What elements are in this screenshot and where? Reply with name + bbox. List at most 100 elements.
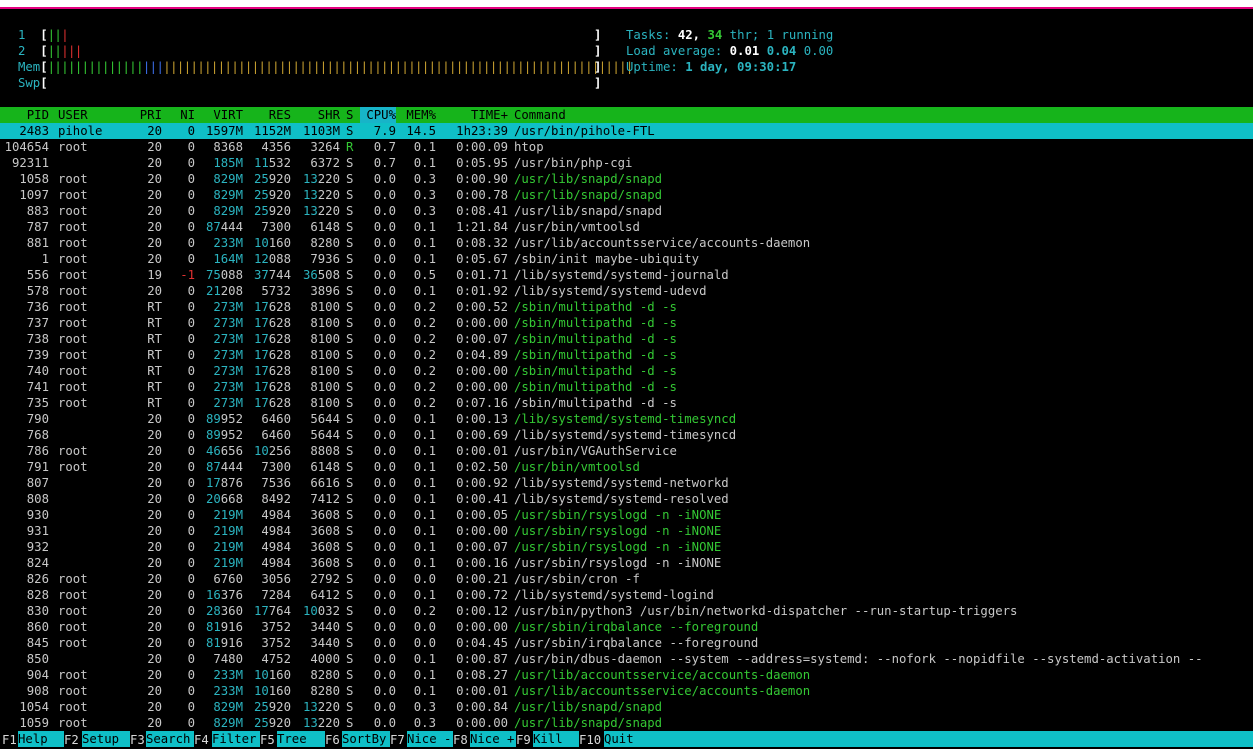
process-row[interactable]: 790 20 0 89952 6460 5644 S 0.0 0.1 0:00.13/lib/sy…: [0, 411, 1253, 427]
mem-cell: 0.3: [413, 188, 436, 202]
process-row[interactable]: 768 20 0 89952 6460 5644 S 0.0 0.1 0:00.69/lib/sy…: [0, 427, 1253, 443]
process-row[interactable]: 1097 root 20 0 829M 25920 13220 S 0.0 0.3 0:00.78 /…: [0, 187, 1253, 203]
process-row[interactable]: 556 root 19 -1 75088 37744 36508 S 0.0 0.5 0:01.71…: [0, 267, 1253, 283]
fkey-f4-label[interactable]: Filter: [212, 731, 260, 747]
process-row[interactable]: 92311 20 0 185M 11532 6372 S 0.7 0.1 0:05.95/usr/…: [0, 155, 1253, 171]
tasks-count: 42,: [677, 28, 701, 42]
fkey-f3[interactable]: F3: [130, 732, 145, 748]
fkey-f7[interactable]: F7: [390, 732, 405, 748]
process-row[interactable]: 1054 root 20 0 829M 25920 13220 S 0.0 0.3 0:00.84 /…: [0, 699, 1253, 715]
shr-cell: 7412: [310, 492, 340, 506]
pid-cell: 828: [26, 588, 49, 602]
time-cell: 0:04.89: [456, 348, 508, 362]
process-row[interactable]: 908 root 20 0 233M 10160 8280 S 0.0 0.1 0:00.01/us…: [0, 683, 1253, 699]
process-row[interactable]: 740 root RT 0 273M 17628 8100 S 0.0 0.2 0:00.00/sb…: [0, 363, 1253, 379]
pid-cell: 824: [26, 556, 49, 570]
virt-cell: 273M: [213, 300, 243, 314]
col-pri[interactable]: PRI: [128, 107, 162, 123]
time-cell: 0:05.95: [456, 156, 508, 170]
shr-cell: 8100: [310, 332, 340, 346]
fkey-f2-label[interactable]: Setup: [82, 731, 130, 747]
fkey-f5[interactable]: F5: [260, 732, 275, 748]
process-row[interactable]: 786 root 20 0 46656 10256 8808 S 0.0 0.1 0:00.01/u…: [0, 443, 1253, 459]
fkey-f4[interactable]: F4: [194, 732, 209, 748]
fkey-f1[interactable]: F1: [2, 732, 17, 748]
cpu-cell: 0.0: [373, 396, 396, 410]
process-row[interactable]: 739 root RT 0 273M 17628 8100 S 0.0 0.2 0:04.89/sb…: [0, 347, 1253, 363]
process-list[interactable]: 2483 pihole 20 0 1597M 1152M 1103M S 7.9 14.5 1h23…: [0, 123, 1253, 731]
state-cell: S: [346, 716, 354, 730]
col-time[interactable]: TIME+: [438, 107, 508, 123]
res-cell: 10160: [253, 236, 291, 250]
priority-cell: 20: [147, 636, 162, 650]
process-row-selected[interactable]: 2483 pihole 20 0 1597M 1152M 1103M S 7.9 14.5 1h23…: [0, 123, 1253, 139]
process-row[interactable]: 104654 root 20 0 8368 4356 3264 R 0.7 0.1 0:00.09 h…: [0, 139, 1253, 155]
fkey-f7-label[interactable]: Nice -: [407, 731, 453, 747]
col-command[interactable]: Command: [514, 107, 1253, 123]
process-row[interactable]: 932 20 0 219M 4984 3608 S 0.0 0.1 0:00.07/usr/sbi…: [0, 539, 1253, 555]
process-row[interactable]: 826 root 20 0 6760 3056 2792 S 0.0 0.0 0:00.21/usr…: [0, 571, 1253, 587]
pid-cell: 860: [26, 620, 49, 634]
process-row[interactable]: 824 20 0 219M 4984 3608 S 0.0 0.1 0:00.16/usr/sbi…: [0, 555, 1253, 571]
nice-cell: 0: [187, 476, 195, 490]
fkey-f5-label[interactable]: Tree: [277, 731, 325, 747]
process-row[interactable]: 791 root 20 0 87444 7300 6148 S 0.0 0.1 0:02.50/us…: [0, 459, 1253, 475]
fkey-f9-label[interactable]: Kill: [533, 731, 579, 747]
mem-cell: 0.1: [413, 412, 436, 426]
process-row[interactable]: 787 root 20 0 87444 7300 6148 S 0.0 0.1 1:21.84/us…: [0, 219, 1253, 235]
mem-label: Mem: [18, 60, 41, 74]
process-row[interactable]: 1058 root 20 0 829M 25920 13220 S 0.0 0.3 0:00.90 /…: [0, 171, 1253, 187]
user-cell: root: [58, 284, 88, 298]
process-row[interactable]: 850 20 0 7480 4752 4000 S 0.0 0.1 0:00.87/usr/bin…: [0, 651, 1253, 667]
process-row[interactable]: 845 root 20 0 81916 3752 3440 S 0.0 0.0 0:04.45/us…: [0, 635, 1253, 651]
col-mem[interactable]: MEM%: [398, 107, 436, 123]
pid-cell: 736: [26, 300, 49, 314]
process-row[interactable]: 578 root 20 0 21208 5732 3896 S 0.0 0.1 0:01.92/li…: [0, 283, 1253, 299]
virt-cell: 7480: [213, 652, 243, 666]
time-cell: 0:05.67: [456, 252, 508, 266]
process-row[interactable]: 828 root 20 0 16376 7284 6412 S 0.0 0.1 0:00.72/li…: [0, 587, 1253, 603]
process-row[interactable]: 737 root RT 0 273M 17628 8100 S 0.0 0.2 0:00.00/sb…: [0, 315, 1253, 331]
process-row[interactable]: 904 root 20 0 233M 10160 8280 S 0.0 0.1 0:08.27/us…: [0, 667, 1253, 683]
time-cell: 1h23:39: [456, 124, 508, 138]
process-row[interactable]: 883 root 20 0 829M 25920 13220 S 0.0 0.3 0:08.41/u…: [0, 203, 1253, 219]
time-cell: 0:00.00: [456, 524, 508, 538]
col-virt[interactable]: VIRT: [198, 107, 243, 123]
time-cell: 0:00.07: [456, 332, 508, 346]
fkey-f10-label[interactable]: Quit: [604, 731, 660, 747]
col-state[interactable]: S: [346, 107, 356, 123]
fkey-f3-label[interactable]: Search: [146, 731, 194, 747]
process-row[interactable]: 930 20 0 219M 4984 3608 S 0.0 0.1 0:00.05/usr/sbi…: [0, 507, 1253, 523]
time-cell: 0:00.92: [456, 476, 508, 490]
fkey-f6-label[interactable]: SortBy: [342, 731, 390, 747]
process-row[interactable]: 738 root RT 0 273M 17628 8100 S 0.0 0.2 0:00.07/sb…: [0, 331, 1253, 347]
col-user[interactable]: USER: [58, 107, 128, 123]
process-row[interactable]: 741 root RT 0 273M 17628 8100 S 0.0 0.2 0:00.00/sb…: [0, 379, 1253, 395]
fkey-f9[interactable]: F9: [516, 732, 531, 748]
process-row[interactable]: 735 root RT 0 273M 17628 8100 S 0.0 0.2 0:07.16/sb…: [0, 395, 1253, 411]
col-shr[interactable]: SHR: [294, 107, 340, 123]
process-row[interactable]: 736 root RT 0 273M 17628 8100 S 0.0 0.2 0:00.52/sb…: [0, 299, 1253, 315]
col-res[interactable]: RES: [244, 107, 291, 123]
fkey-f8[interactable]: F8: [453, 732, 468, 748]
process-row[interactable]: 860 root 20 0 81916 3752 3440 S 0.0 0.0 0:00.00/us…: [0, 619, 1253, 635]
process-row[interactable]: 808 20 0 20668 8492 7412 S 0.0 0.1 0:00.41/lib/sy…: [0, 491, 1253, 507]
process-row[interactable]: 830 root 20 0 28360 17764 10032 S 0.0 0.2 0:00.12 /…: [0, 603, 1253, 619]
shr-cell: 8100: [310, 364, 340, 378]
fkey-f8-label[interactable]: Nice +: [470, 731, 516, 747]
virt-cell: 219M: [213, 508, 243, 522]
state-cell: S: [346, 508, 354, 522]
fkey-f2[interactable]: F2: [64, 732, 79, 748]
process-row[interactable]: 1059 root 20 0 829M 25920 13220 S 0.0 0.3 0:00.00 /…: [0, 715, 1253, 731]
col-pid[interactable]: PID: [0, 107, 49, 123]
process-row[interactable]: 881 root 20 0 233M 10160 8280 S 0.0 0.1 0:08.32/us…: [0, 235, 1253, 251]
fkey-f1-label[interactable]: Help: [18, 731, 64, 747]
fkey-f6[interactable]: F6: [325, 732, 340, 748]
col-ni[interactable]: NI: [166, 107, 195, 123]
fkey-f10[interactable]: F10: [579, 732, 601, 748]
process-row[interactable]: 807 20 0 17876 7536 6616 S 0.0 0.1 0:00.92/lib/sy…: [0, 475, 1253, 491]
cpu-cell: 0.0: [373, 316, 396, 330]
col-cpu-sorted[interactable]: CPU%: [360, 107, 396, 123]
process-row[interactable]: 1 root 20 0 164M 12088 7936 S 0.0 0.1 0:05.67/sbin…: [0, 251, 1253, 267]
process-row[interactable]: 931 20 0 219M 4984 3608 S 0.0 0.1 0:00.00/usr/sbi…: [0, 523, 1253, 539]
